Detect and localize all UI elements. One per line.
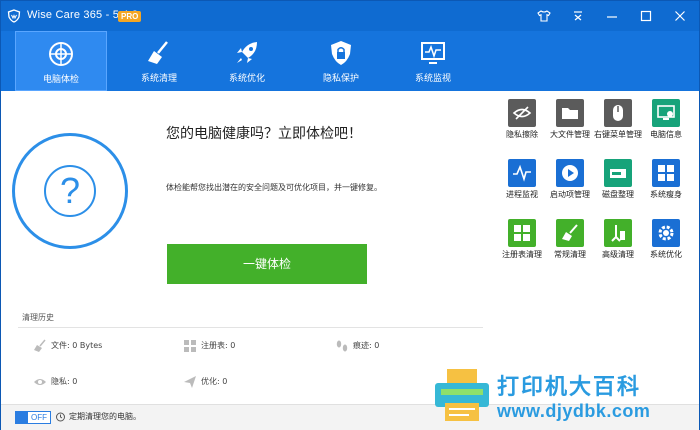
eye-icon [34, 379, 46, 385]
toggle-knob [16, 412, 28, 423]
tool-pc-info[interactable]: 电脑信息 [644, 91, 688, 147]
feedback-button[interactable] [567, 6, 589, 26]
plane-icon [184, 376, 196, 388]
mouse-icon [604, 99, 632, 127]
tool-common-clean[interactable]: 常规清理 [548, 211, 592, 267]
lock-shield-icon [331, 41, 351, 65]
alarm-clock-icon [56, 412, 65, 422]
tool-system-optimize[interactable]: 系统优化 [644, 211, 688, 267]
app-logo-icon [7, 9, 21, 23]
tool-context-menu[interactable]: 右键菜单管理 [594, 91, 642, 147]
health-status-circle: ? [12, 133, 128, 249]
pulse-icon [508, 159, 536, 187]
tool-startup-manager[interactable]: 启动项管理 [548, 151, 592, 207]
broom-icon [556, 219, 584, 247]
schedule-text: 定期清理您的电脑。 [69, 412, 141, 421]
app-window: Wise Care 365 - 5.4.8 PRO 电脑体检 系统清理 系统优化… [0, 0, 700, 430]
watermark: 打印机大百科 www.djydbk.com [427, 361, 700, 430]
nav-label: 隐私保护 [322, 74, 359, 84]
skin-button[interactable] [533, 6, 555, 26]
history-divider [18, 327, 483, 328]
eye-off-icon [508, 99, 536, 127]
shirt-icon [537, 10, 551, 22]
broom-icon [34, 339, 46, 352]
tool-process-monitor[interactable]: 进程监视 [500, 151, 544, 207]
play-icon [556, 159, 584, 187]
toggle-state: OFF [31, 413, 47, 422]
close-icon [675, 11, 685, 21]
nav-privacy[interactable]: 隐私保护 [295, 31, 387, 91]
tool-privacy-eraser[interactable]: 隐私擦除 [500, 91, 544, 147]
maximize-icon [640, 10, 652, 22]
nav-checkup[interactable]: 电脑体检 [15, 31, 107, 91]
pro-badge: PRO [118, 11, 142, 22]
checkup-icon [49, 42, 73, 66]
schedule-toggle[interactable]: OFF [15, 411, 51, 424]
nav-label: 系统监视 [414, 74, 451, 84]
monitor-pulse-icon [421, 42, 445, 64]
close-button[interactable] [669, 6, 691, 26]
checkup-description: 体检能帮您找出潜在的安全问题及可优化项目，并一键修复。 [166, 183, 382, 192]
rocket-icon [237, 42, 257, 63]
history-title: 清理历史 [22, 313, 54, 322]
folder-icon [556, 99, 584, 127]
maximize-button[interactable] [635, 6, 657, 26]
pc-info-icon [652, 99, 680, 127]
watermark-cn: 打印机大百科 [497, 375, 642, 400]
nav-label: 电脑体检 [42, 75, 79, 85]
advanced-clean-icon [604, 219, 632, 247]
nav-system-clean[interactable]: 系统清理 [113, 31, 205, 91]
windows-icon [652, 159, 680, 187]
nav-label: 系统清理 [140, 74, 177, 84]
tool-registry-clean[interactable]: 注册表清理 [500, 211, 544, 267]
title-bar: Wise Care 365 - 5.4.8 PRO [1, 1, 699, 31]
gear-icon [652, 219, 680, 247]
menu-icon [574, 11, 582, 21]
printer-logo-icon [435, 369, 489, 421]
tool-system-slim[interactable]: 系统瘦身 [644, 151, 688, 207]
question-mark-icon: ? [44, 165, 96, 217]
checkup-panel: ? 您的电脑健康吗？立即体检吧！ 体检能帮您找出潜在的安全问题及可优化项目，并一… [1, 91, 496, 411]
minimize-icon [607, 16, 617, 18]
minimize-button[interactable] [601, 6, 623, 26]
tool-advanced-clean[interactable]: 高级清理 [596, 211, 640, 267]
nav-label: 系统优化 [228, 74, 265, 84]
registry-grid-icon [508, 219, 536, 247]
grid-icon [184, 340, 196, 352]
nav-system-optimize[interactable]: 系统优化 [201, 31, 293, 91]
watermark-url: www.djydbk.com [497, 401, 651, 421]
tool-large-files[interactable]: 大文件管理 [548, 91, 592, 147]
tool-disk-defrag[interactable]: 磁盘整理 [596, 151, 640, 207]
broom-icon [148, 41, 168, 64]
main-nav: 电脑体检 系统清理 系统优化 隐私保护 系统监视 [1, 31, 699, 91]
one-click-checkup-button[interactable]: 一键体检 [167, 244, 367, 284]
page-title: 您的电脑健康吗？立即体检吧！ [166, 126, 362, 142]
footprint-icon [336, 340, 348, 352]
nav-monitor[interactable]: 系统监视 [387, 31, 479, 91]
disk-icon [604, 159, 632, 187]
